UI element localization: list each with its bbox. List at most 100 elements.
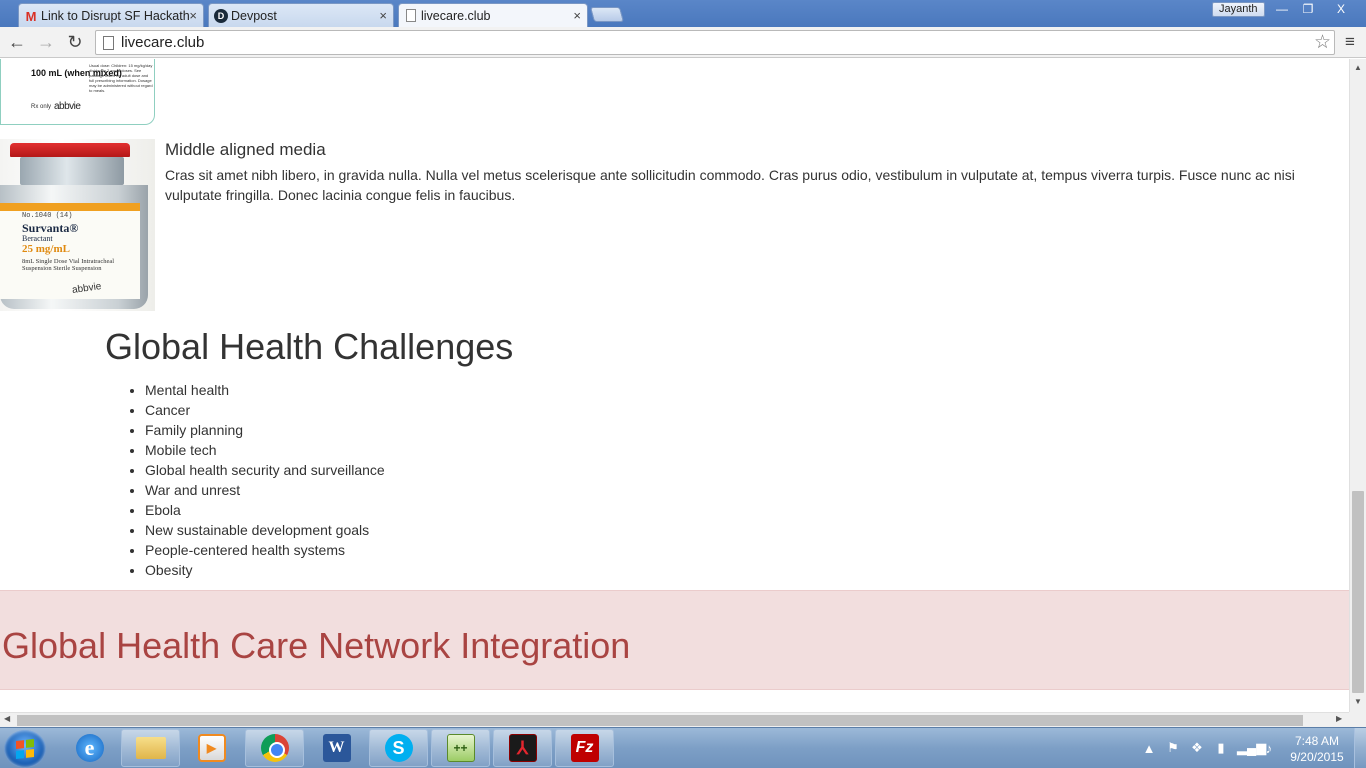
media-body-text: Cras sit amet nibh libero, in gravida nu…: [165, 167, 1295, 203]
action-center-flag-icon[interactable]: ⚑: [1165, 740, 1181, 756]
scroll-left-icon[interactable]: ◀: [4, 714, 10, 723]
taskbar-chrome[interactable]: [245, 729, 304, 767]
medicine-label-image: 100 mL (when mixed) Usual dose: Children…: [0, 59, 155, 125]
list-item: Ebola: [145, 500, 385, 520]
arrow-left-icon: ←: [8, 31, 26, 52]
dropbox-icon[interactable]: ❖: [1189, 740, 1205, 756]
vertical-scroll-thumb[interactable]: [1352, 491, 1364, 693]
list-item: War and unrest: [145, 480, 385, 500]
vertical-scrollbar[interactable]: ▲ ▼: [1349, 59, 1366, 712]
vial-subname: Beractant: [22, 234, 53, 243]
word-icon: W: [322, 734, 351, 762]
show-desktop-button[interactable]: [1354, 728, 1366, 768]
tab-title: Devpost: [231, 8, 277, 23]
close-tab-icon[interactable]: ×: [189, 8, 197, 23]
network-integration-banner: Global Health Care Network Integration: [0, 590, 1349, 690]
taskbar-notepad-plus[interactable]: ++: [431, 729, 490, 767]
acrobat-icon: ⅄: [508, 734, 537, 762]
reload-icon: ↻: [67, 31, 83, 52]
taskbar-acrobat[interactable]: ⅄: [493, 729, 552, 767]
new-tab-button[interactable]: [589, 7, 625, 22]
vial-cap: [10, 143, 130, 157]
battery-icon[interactable]: ▮: [1213, 740, 1229, 756]
horizontal-scroll-thumb[interactable]: [17, 715, 1303, 726]
network-signal-icon[interactable]: ▂▄▆: [1237, 740, 1266, 756]
scroll-down-icon[interactable]: ▼: [1350, 697, 1366, 706]
vial-code: No.1040 (14): [22, 212, 73, 220]
taskbar-skype[interactable]: S: [369, 729, 428, 767]
abbvie-logo: abbvie: [54, 101, 81, 112]
system-tray: ▲ ⚑ ❖ ▮ ▂▄▆ ♪: [1135, 728, 1285, 768]
url-text[interactable]: livecare.club: [121, 34, 204, 51]
taskbar-word[interactable]: W: [307, 729, 366, 767]
page-icon: [406, 9, 416, 22]
close-window-button[interactable]: X: [1328, 1, 1354, 18]
list-item: Family planning: [145, 420, 385, 440]
page-viewport: 100 mL (when mixed) Usual dose: Children…: [0, 59, 1349, 712]
vial-label: No.1040 (14) Survanta® Beractant 25 mg/m…: [0, 203, 140, 299]
address-bar[interactable]: livecare.club ☆: [95, 30, 1335, 55]
banner-title: Global Health Care Network Integration: [2, 625, 631, 666]
scroll-right-icon[interactable]: ▶: [1336, 714, 1342, 723]
label-stripe: [0, 203, 140, 211]
media-player-icon: ▶: [197, 734, 226, 762]
volume-icon[interactable]: ♪: [1261, 741, 1277, 756]
tab-devpost[interactable]: D Devpost ×: [208, 3, 394, 27]
start-button[interactable]: [4, 730, 46, 768]
back-button[interactable]: ←: [6, 31, 28, 53]
vial-description: 8mL Single Dose Vial Intratracheal Suspe…: [22, 258, 115, 272]
vial-strength: 25 mg/mL: [22, 243, 70, 255]
page-icon: [103, 36, 114, 50]
scrollbar-corner: [1349, 712, 1366, 727]
section-title: Global Health Challenges: [105, 326, 514, 367]
taskbar-filezilla[interactable]: Fz: [555, 729, 614, 767]
internet-explorer-icon: e: [75, 734, 104, 762]
windows-taskbar: e ▶ W S ++ ⅄ Fz ▲ ⚑ ❖ ▮ ▂▄▆ ♪ 7:48 AM 9/…: [0, 727, 1366, 768]
clock-time: 7:48 AM: [1294, 734, 1340, 748]
list-item: New sustainable development goals: [145, 520, 385, 540]
list-item: Global health security and surveillance: [145, 460, 385, 480]
survanta-vial-image: No.1040 (14) Survanta® Beractant 25 mg/m…: [0, 139, 155, 311]
maximize-button[interactable]: ❐: [1295, 1, 1321, 18]
taskbar-media-player[interactable]: ▶: [182, 729, 241, 767]
forward-button[interactable]: →: [35, 31, 57, 53]
tab-title: Link to Disrupt SF Hackath: [41, 8, 190, 23]
vial-neck: [20, 157, 124, 185]
folder-icon: [135, 737, 166, 759]
minimize-button[interactable]: —: [1269, 1, 1295, 18]
hamburger-menu-icon: ≡: [1345, 32, 1355, 51]
user-profile-button[interactable]: Jayanth: [1212, 2, 1265, 17]
abbvie-logo: abbvie: [71, 281, 103, 296]
list-item: Mental health: [145, 380, 385, 400]
system-clock[interactable]: 7:48 AM 9/20/2015: [1282, 733, 1352, 765]
list-item: Obesity: [145, 560, 385, 580]
filezilla-icon: Fz: [570, 734, 599, 762]
windows-logo-icon: [16, 739, 34, 759]
dosage-fine-print: Usual dose: Children: 15 mg/kg/day divid…: [89, 63, 153, 93]
media-heading: Middle aligned media: [165, 140, 326, 159]
chrome-icon: [260, 734, 289, 762]
horizontal-scrollbar[interactable]: ◀ ▶: [0, 712, 1349, 727]
tab-gmail[interactable]: M Link to Disrupt SF Hackath ×: [18, 3, 204, 27]
tab-livecare[interactable]: livecare.club ×: [398, 3, 588, 28]
close-tab-icon[interactable]: ×: [573, 8, 581, 23]
challenges-list: Mental health Cancer Family planning Mob…: [105, 380, 385, 580]
list-item: Cancer: [145, 400, 385, 420]
show-hidden-icons-icon[interactable]: ▲: [1141, 741, 1157, 756]
taskbar-internet-explorer[interactable]: e: [60, 729, 119, 767]
browser-tab-strip: M Link to Disrupt SF Hackath × D Devpost…: [0, 0, 1366, 28]
list-item: People-centered health systems: [145, 540, 385, 560]
scroll-up-icon[interactable]: ▲: [1350, 63, 1366, 72]
browser-toolbar: ← → ↻ livecare.club ☆ ≡: [0, 27, 1366, 58]
bookmark-star-icon[interactable]: ☆: [1314, 31, 1331, 54]
notepad-plus-icon: ++: [446, 734, 475, 762]
taskbar-explorer[interactable]: [121, 729, 180, 767]
rx-label: Rx only: [31, 104, 52, 110]
arrow-right-icon: →: [37, 31, 55, 52]
gmail-icon: M: [25, 8, 37, 24]
close-tab-icon[interactable]: ×: [379, 8, 387, 23]
chrome-menu-button[interactable]: ≡: [1341, 32, 1359, 52]
list-item: Mobile tech: [145, 440, 385, 460]
reload-button[interactable]: ↻: [64, 31, 86, 53]
tab-title: livecare.club: [421, 9, 491, 23]
